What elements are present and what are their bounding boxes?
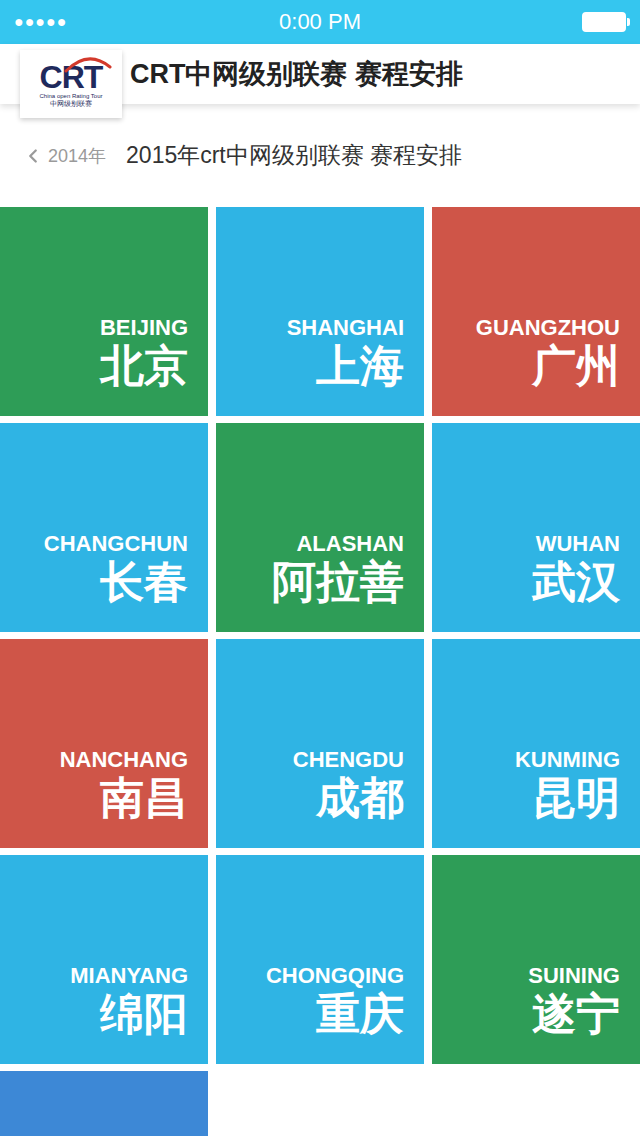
logo-caption: 中网级别联赛 (50, 100, 92, 108)
city-tile[interactable]: NANCHANG南昌 (0, 639, 208, 848)
city-name-en: CHENGDU (293, 747, 404, 773)
city-tile[interactable]: ALASHAN阿拉善 (216, 423, 424, 632)
city-name-en: CHONGQING (266, 963, 404, 989)
city-name-en: NANCHANG (60, 747, 188, 773)
city-name-cn: 广州 (532, 341, 620, 392)
city-name-cn: 重庆 (316, 989, 404, 1040)
header-title: CRT中网级别联赛 赛程安排 (130, 44, 463, 104)
city-tile[interactable] (0, 1071, 208, 1136)
status-bar: ●●●●● 0:00 PM (0, 0, 640, 44)
city-name-cn: 长春 (100, 557, 188, 608)
city-name-en: CHANGCHUN (44, 531, 188, 557)
city-name-en: ALASHAN (296, 531, 404, 557)
city-tile[interactable]: CHONGQING重庆 (216, 855, 424, 1064)
city-tile[interactable]: KUNMING昆明 (432, 639, 640, 848)
app-screen: ●●●●● 0:00 PM CRTChina open Rating Tour中网级… (0, 0, 640, 1136)
chevron-left-icon (22, 145, 44, 167)
city-name-en: BEIJING (100, 315, 188, 341)
city-name-cn: 北京 (100, 341, 188, 392)
city-name-cn: 南昌 (100, 773, 188, 824)
city-tile[interactable]: CHENGDU成都 (216, 639, 424, 848)
city-tile[interactable]: CHANGCHUN长春 (0, 423, 208, 632)
city-tile[interactable]: BEIJING北京 (0, 207, 208, 416)
city-name-en: GUANGZHOU (476, 315, 620, 341)
city-name-cn: 昆明 (532, 773, 620, 824)
city-name-en: SHANGHAI (287, 315, 404, 341)
logo-subtitle: China open Rating Tour (40, 93, 103, 100)
city-name-cn: 绵阳 (100, 989, 188, 1040)
city-name-cn: 上海 (316, 341, 404, 392)
back-button[interactable]: 2014年 (22, 144, 106, 168)
swoosh-icon (64, 55, 112, 73)
city-name-en: SUINING (528, 963, 620, 989)
crt-logo[interactable]: CRTChina open Rating Tour中网级别联赛 (20, 50, 122, 118)
status-time: 0:00 PM (279, 9, 361, 35)
city-name-cn: 武汉 (532, 557, 620, 608)
city-name-en: KUNMING (515, 747, 620, 773)
city-tile[interactable]: WUHAN武汉 (432, 423, 640, 632)
city-grid: BEIJING北京SHANGHAI上海GUANGZHOU广州CHANGCHUN长… (0, 207, 640, 1136)
back-label: 2014年 (48, 144, 106, 168)
signal-indicator: ●●●●● (14, 13, 124, 31)
logo-mark: CRT (40, 61, 103, 93)
city-name-en: WUHAN (536, 531, 620, 557)
city-tile[interactable]: GUANGZHOU广州 (432, 207, 640, 416)
city-name-cn: 遂宁 (532, 989, 620, 1040)
city-tile[interactable]: SUINING遂宁 (432, 855, 640, 1064)
nav-title: 2015年crt中网级别联赛 赛程安排 (126, 140, 462, 171)
city-tile[interactable]: MIANYANG绵阳 (0, 855, 208, 1064)
battery-icon (582, 12, 626, 32)
city-tile[interactable]: SHANGHAI上海 (216, 207, 424, 416)
app-header: CRTChina open Rating Tour中网级别联赛CRT中网级别联赛… (0, 44, 640, 104)
city-name-en: MIANYANG (70, 963, 188, 989)
city-name-cn: 成都 (316, 773, 404, 824)
city-name-cn: 阿拉善 (272, 557, 404, 608)
nav-bar: 2014年 2015年crt中网级别联赛 赛程安排 (0, 104, 640, 207)
battery-area (516, 12, 626, 32)
